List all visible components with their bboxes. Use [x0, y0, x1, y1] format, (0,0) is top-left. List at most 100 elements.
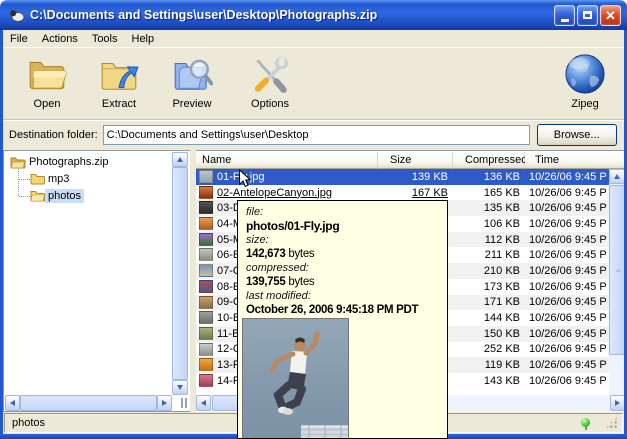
preview-button[interactable]: Preview [160, 51, 224, 116]
tree-item-photos[interactable]: photos [30, 189, 84, 203]
open-folder-icon [10, 156, 26, 169]
cell-time: 10/26/06 9:45 P [529, 296, 609, 308]
arrow-right-icon [615, 400, 623, 406]
scrollbar-thumb[interactable] [172, 167, 188, 380]
app-icon [9, 7, 25, 23]
column-header-size[interactable]: Size [378, 152, 453, 169]
status-led-icon [581, 418, 590, 427]
file-thumbnail-icon [199, 248, 213, 261]
menubar: File Actions Tools Help [3, 30, 624, 47]
cell-comp: 171 KB [450, 296, 520, 308]
tree-item-label: photos [45, 189, 84, 203]
tooltip-modified-label: last modified: [246, 289, 439, 303]
cell-time: 10/26/06 9:45 P [529, 312, 609, 324]
tooltip-preview-photo [242, 318, 349, 439]
close-button[interactable]: ✕ [600, 5, 621, 26]
list-vertical-scrollbar[interactable] [609, 169, 625, 411]
cell-time: 10/26/06 9:45 P [529, 359, 609, 371]
scroll-right-button[interactable] [157, 395, 172, 411]
scrollbar-thumb[interactable] [609, 185, 625, 355]
tree-item-mp3[interactable]: mp3 [30, 172, 72, 186]
browse-button[interactable]: Browse... [537, 124, 617, 146]
options-button-label: Options [251, 98, 289, 110]
table-row[interactable]: 02-AntelopeCanyon.jpg167 KB165 KB10/26/0… [196, 185, 609, 201]
arrow-left-icon [7, 400, 15, 406]
globe-icon [564, 53, 606, 95]
cell-time: 10/26/06 9:45 P [529, 218, 609, 230]
cell-time: 10/26/06 9:45 P [529, 343, 609, 355]
menu-actions[interactable]: Actions [35, 32, 85, 46]
minimize-button[interactable] [554, 5, 575, 26]
cell-comp: 135 KB [450, 202, 520, 214]
menu-file[interactable]: File [3, 32, 35, 46]
tooltip-compressed-value: 139,755 bytes [246, 275, 439, 289]
scrollbar-thumb[interactable] [20, 395, 157, 411]
tree-item-root[interactable]: Photographs.zip [10, 155, 112, 169]
close-icon: ✕ [605, 9, 616, 22]
thumb-grip-icon [614, 267, 621, 274]
tooltip-modified-value: October 26, 2006 9:45:18 PM PDT [246, 303, 439, 317]
arrow-right-icon [162, 400, 170, 406]
titlebar[interactable]: C:\Documents and Settings\user\Desktop\P… [0, 0, 627, 30]
extract-button-label: Extract [102, 98, 136, 110]
folder-tree-pane: Photographs.zip mp3 photos [3, 150, 190, 412]
cell-comp: 252 KB [450, 343, 520, 355]
file-thumbnail-icon [199, 311, 213, 324]
cell-comp: 112 KB [450, 234, 520, 246]
splitter-grip-icon[interactable] [178, 398, 190, 409]
resize-grip[interactable] [605, 416, 618, 429]
arrow-up-icon [614, 171, 620, 179]
file-thumbnail-icon [199, 280, 213, 293]
file-thumbnail-icon [199, 170, 213, 183]
scroll-down-button[interactable] [172, 380, 188, 395]
tooltip-size-value: 142,673 bytes [246, 247, 439, 261]
preview-folder-icon [171, 53, 213, 95]
file-thumbnail-icon [199, 186, 213, 199]
scroll-up-button[interactable] [609, 169, 625, 184]
zipeg-button[interactable]: Zipeg [553, 51, 617, 116]
tree-horizontal-scrollbar[interactable] [5, 395, 172, 411]
cell-comp: 173 KB [450, 281, 520, 293]
file-thumbnail-icon [199, 327, 213, 340]
extract-button[interactable]: Extract [87, 51, 151, 116]
cell-time: 10/26/06 9:45 P [529, 187, 609, 199]
tree-vertical-scrollbar[interactable] [172, 152, 188, 395]
tooltip-compressed-label: compressed: [246, 261, 439, 275]
folder-icon [30, 173, 45, 185]
column-header-name[interactable]: Name [196, 152, 378, 169]
destination-label: Destination folder: [9, 129, 98, 141]
folder-icon [30, 190, 45, 202]
file-info-tooltip: file: photos/01-Fly.jpg size: 142,673 by… [237, 200, 448, 439]
file-thumbnail-icon [199, 358, 213, 371]
scroll-left-button[interactable] [5, 395, 20, 411]
maximize-button[interactable] [577, 5, 598, 26]
column-header-compressed[interactable]: Compressed [453, 152, 525, 169]
list-header: Name Size Compressed Time [196, 152, 624, 169]
tooltip-file-label: file: [246, 205, 439, 219]
table-row[interactable]: 01-Fly.jpg139 KB136 KB10/26/06 9:45 P [196, 169, 609, 185]
cell-comp: 165 KB [450, 187, 520, 199]
tree-item-label: Photographs.zip [26, 155, 112, 169]
cell-time: 10/26/06 9:45 P [529, 281, 609, 293]
menu-tools[interactable]: Tools [85, 32, 125, 46]
scroll-right-button[interactable] [610, 395, 625, 411]
cell-time: 10/26/06 9:45 P [529, 249, 609, 261]
menu-help[interactable]: Help [125, 32, 162, 46]
options-button[interactable]: Options [238, 51, 302, 116]
file-thumbnail-icon [199, 374, 213, 387]
destination-input[interactable] [103, 125, 530, 145]
file-thumbnail-icon [199, 296, 213, 309]
cell-comp: 144 KB [450, 312, 520, 324]
cell-size: 167 KB [378, 187, 448, 199]
status-text: photos [12, 417, 45, 429]
open-button-label: Open [34, 98, 61, 110]
scroll-left-button[interactable] [196, 395, 211, 411]
scroll-up-button[interactable] [172, 152, 188, 167]
cell-time: 10/26/06 9:45 P [529, 265, 609, 277]
open-button[interactable]: Open [15, 51, 79, 116]
tree-item-label: mp3 [45, 172, 72, 186]
cell-time: 10/26/06 9:45 P [529, 328, 609, 340]
cell-comp: 136 KB [450, 171, 520, 183]
column-header-time[interactable]: Time [525, 152, 608, 169]
cell-comp: 119 KB [450, 359, 520, 371]
